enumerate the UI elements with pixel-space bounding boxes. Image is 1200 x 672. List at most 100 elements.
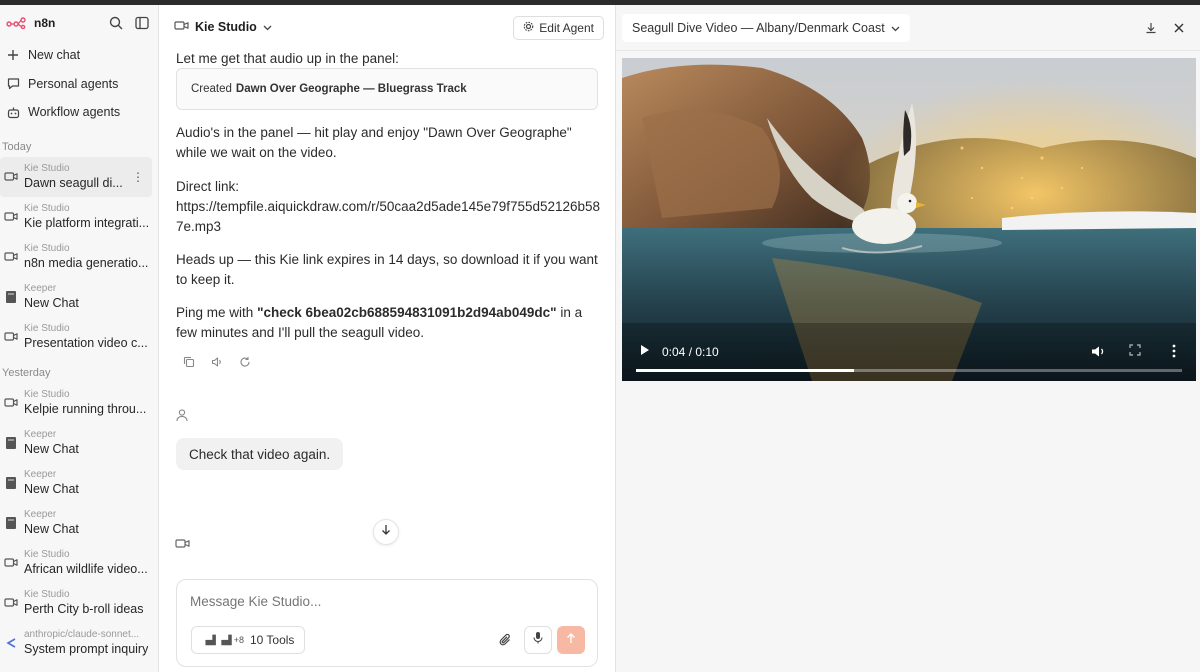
sidebar: n8n New chat Personal agents Workflow ag… [0, 5, 159, 672]
created-artifact-card[interactable]: Created Dawn Over Geographe — Bluegrass … [176, 68, 598, 110]
download-icon[interactable] [1144, 21, 1158, 35]
gear-icon [523, 21, 534, 35]
video-icon [4, 170, 18, 184]
chat-item-title: Presentation video c... [24, 336, 148, 350]
preview-title-selector[interactable]: Seagull Dive Video — Albany/Denmark Coas… [622, 14, 910, 42]
chevron-down-icon [263, 20, 272, 34]
created-title: Dawn Over Geographe — Bluegrass Track [235, 83, 467, 95]
regenerate-icon[interactable] [238, 355, 252, 369]
message-input[interactable] [190, 594, 570, 609]
robot-icon [6, 105, 20, 119]
chat-icon [6, 77, 20, 91]
chat-item-title: Dawn seagull di... [24, 176, 123, 190]
direct-link-label: Direct link: [176, 179, 240, 194]
chat-item-system-prompt[interactable]: anthropic/claude-sonnet... System prompt … [0, 623, 158, 663]
assistant-heads-up: Heads up — this Kie link expires in 14 d… [176, 252, 598, 287]
chat-item-keeper-new-chat[interactable]: Keeper New Chat [0, 463, 158, 503]
user-avatar-icon [174, 407, 190, 423]
n8n-logo[interactable]: n8n [6, 16, 55, 30]
nav-new-chat[interactable]: New chat [0, 41, 158, 70]
video-progress-fill [636, 369, 855, 372]
video-icon [4, 210, 18, 224]
chat-item-n8n-media[interactable]: Kie Studio n8n media generatio... [0, 237, 158, 277]
nav-workflow-agents[interactable]: Workflow agents [0, 98, 158, 127]
more-options-icon[interactable]: ⋮ [132, 170, 144, 184]
created-prefix: Created [191, 83, 232, 95]
bars-icon: ▗▟ [217, 634, 232, 645]
play-icon[interactable] [638, 343, 652, 357]
chat-item-agent: Kie Studio [24, 243, 70, 254]
video-controls: 0:04 / 0:10 [622, 333, 1196, 381]
message-composer: ▗▟ ▗▟ +8 10 Tools [176, 579, 598, 667]
arrow-up-icon [566, 631, 576, 649]
video-icon [174, 20, 189, 34]
chat-item-kie-platform[interactable]: Kie Studio Kie platform integrati... [0, 197, 158, 237]
user-message-bubble: Check that video again. [176, 438, 344, 470]
chevron-down-icon [891, 21, 900, 35]
edit-agent-button[interactable]: Edit Agent [513, 16, 604, 40]
microphone-button[interactable] [524, 626, 552, 654]
arrow-down-icon [381, 523, 391, 541]
chat-item-title: New Chat [24, 522, 79, 536]
video-player[interactable]: 0:04 / 0:10 [622, 58, 1196, 381]
video-icon [174, 535, 190, 551]
chat-item-title: New Chat [24, 482, 79, 496]
nav-personal-agents[interactable]: Personal agents [0, 70, 158, 99]
search-icon[interactable] [108, 15, 124, 31]
assistant-ping: Ping me with "check 6bea02cb688594831091… [176, 303, 602, 343]
bars-icon: ▗▟ [202, 634, 216, 645]
video-icon [4, 396, 18, 410]
chat-item-presentation-video[interactable]: Kie Studio Presentation video c... [0, 317, 158, 357]
chat-item-agent: Keeper [24, 469, 57, 480]
ping-code: "check 6bea02cb688594831091b2d94ab049dc" [257, 305, 557, 320]
book-icon [4, 290, 18, 304]
section-label-today: Today [2, 140, 32, 153]
chat-item-title: Kelpie running throu... [24, 402, 147, 416]
chat-item-title: Perth City b-roll ideas [24, 602, 144, 616]
chat-item-agent: Kie Studio [24, 389, 70, 400]
message-actions [182, 355, 252, 369]
assistant-paragraph-1: Audio's in the panel — hit play and enjo… [176, 125, 572, 160]
nav-label: Personal agents [28, 76, 119, 91]
edit-agent-label: Edit Agent [539, 21, 594, 35]
chat-item-dawn-seagull[interactable]: Kie Studio Dawn seagull di... ⋮ [0, 156, 152, 197]
chat-item-keeper-new-chat[interactable]: Keeper New Chat [0, 503, 158, 543]
claude-icon [4, 636, 18, 650]
sidebar-header: n8n [0, 5, 158, 41]
chat-item-agent: Kie Studio [24, 589, 70, 600]
video-icon [4, 596, 18, 610]
video-icon [4, 250, 18, 264]
chat-item-perth-city[interactable]: Kie Studio Perth City b-roll ideas [0, 583, 158, 623]
assistant-intro: Let me get that audio up in the panel: [176, 51, 399, 66]
video-icon [4, 330, 18, 344]
preview-header: Seagull Dive Video — Albany/Denmark Coas… [616, 5, 1200, 51]
video-progress-track[interactable] [636, 369, 1182, 372]
agent-selector[interactable]: Kie Studio [174, 20, 272, 34]
section-label-yesterday: Yesterday [2, 366, 51, 379]
tools-button[interactable]: ▗▟ ▗▟ +8 10 Tools [191, 626, 306, 654]
chat-item-african-wildlife[interactable]: Kie Studio African wildlife video... [0, 543, 158, 583]
chat-item-title: New Chat [24, 442, 79, 456]
nav-label: New chat [28, 48, 81, 63]
video-icon [4, 556, 18, 570]
chat-item-keeper-new-chat[interactable]: Keeper New Chat [0, 277, 158, 317]
fullscreen-icon[interactable] [1128, 343, 1142, 357]
nav-label: Workflow agents [28, 105, 121, 120]
chat-item-kelpie[interactable]: Kie Studio Kelpie running throu... [0, 383, 158, 423]
video-time: 0:04 / 0:10 [662, 345, 719, 359]
chat-panel: Kie Studio Edit Agent Let me get that au… [160, 5, 614, 672]
send-button[interactable] [557, 626, 585, 654]
speaker-icon[interactable] [210, 355, 224, 369]
chat-item-keeper-new-chat[interactable]: Keeper New Chat [0, 423, 158, 463]
chat-item-title: Kie platform integrati... [24, 216, 150, 230]
chat-item-title: n8n media generatio... [24, 256, 149, 270]
sidebar-toggle-icon[interactable] [134, 15, 150, 31]
copy-icon[interactable] [182, 355, 196, 369]
book-icon [4, 516, 18, 530]
volume-icon[interactable] [1090, 343, 1106, 359]
direct-link-url[interactable]: https://tempfile.aiquickdraw.com/r/50caa… [176, 197, 602, 237]
scroll-to-bottom-button[interactable] [373, 519, 399, 545]
more-options-icon[interactable] [1170, 343, 1178, 359]
paperclip-icon[interactable] [497, 632, 513, 648]
close-icon[interactable] [1172, 21, 1186, 35]
